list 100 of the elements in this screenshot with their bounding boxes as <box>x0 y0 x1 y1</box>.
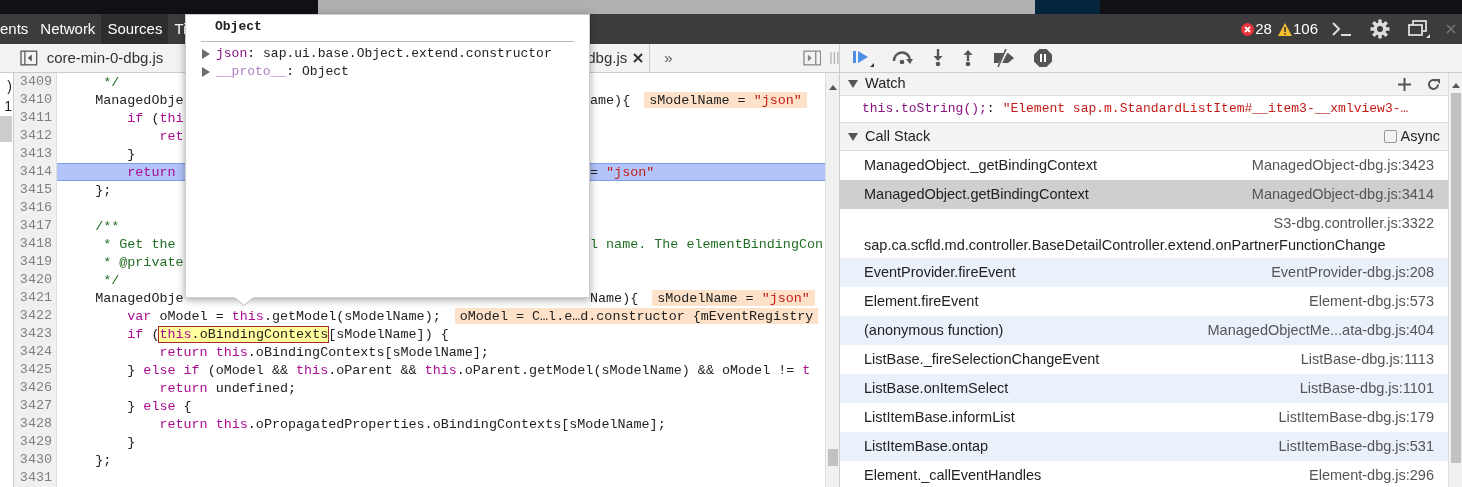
step-out-icon[interactable] <box>962 49 974 67</box>
line-number: 3419 <box>14 253 57 271</box>
panel-tab[interactable]: Network <box>34 14 102 44</box>
error-count: 28 <box>1255 18 1272 39</box>
line-number: 3424 <box>14 343 57 361</box>
line-number: 3422 <box>14 307 57 325</box>
call-frame[interactable]: ListBase.onItemSelect ListBase-dbg.js:1101 <box>840 374 1448 403</box>
line-number: 3421 <box>14 289 57 307</box>
line-number: 3426 <box>14 379 57 397</box>
code-line: = "json" <box>590 164 655 180</box>
property-entry[interactable]: __proto__: Object <box>216 62 349 82</box>
dock-icon[interactable] <box>1408 20 1430 38</box>
console-icon[interactable] <box>1332 22 1352 36</box>
resume-icon[interactable] <box>852 49 874 67</box>
step-into-icon[interactable] <box>932 49 944 67</box>
settings-icon[interactable] <box>1370 19 1390 39</box>
line-number: 3411 <box>14 109 57 127</box>
code-line: } <box>126 147 136 162</box>
code-line: return undefined; <box>158 380 297 396</box>
code-line: * @private <box>102 255 184 270</box>
code-line: ManagedObje <box>94 93 184 108</box>
code-line: if (this.oBindingContexts[sModelName]) { <box>126 326 449 342</box>
inline-value: sModelName = "json" <box>652 290 815 306</box>
frame-location: Element-dbg.js:573 <box>1309 291 1434 311</box>
function-name: ListItemBase.informList <box>864 407 1015 427</box>
code-line: var oModel = this.getModel(sModelName); <box>126 308 441 324</box>
step-over-icon[interactable] <box>892 51 914 65</box>
refresh-icon[interactable] <box>1427 77 1440 91</box>
function-name: ManagedObject.getBindingContext <box>864 184 1089 204</box>
code-line: /** <box>94 219 120 234</box>
function-name: ListItemBase.ontap <box>864 436 989 456</box>
call-frame[interactable]: EventProvider.fireEvent EventProvider-dbg.js:208 <box>840 258 1448 287</box>
function-name: Element.fireEvent <box>864 291 979 311</box>
pause-on-exceptions-icon[interactable] <box>1034 49 1052 67</box>
function-name: ManagedObject._getBindingContext <box>864 155 1097 175</box>
line-number: 3417 <box>14 217 57 235</box>
line-number: 3425 <box>14 361 57 379</box>
line-number: 3429 <box>14 433 57 451</box>
navigator-item[interactable]: 1 <box>0 96 12 116</box>
scroll-up-arrow-icon[interactable] <box>1451 83 1460 88</box>
code-line: return this.oBindingContexts[sModelName]; <box>158 344 489 360</box>
file-tab[interactable]: core-min-0-dbg.js <box>46 44 164 72</box>
checkbox-label[interactable]: Async <box>1400 125 1440 148</box>
property-entry[interactable]: json: sap.ui.base.Object.extend.constructor <box>216 44 552 64</box>
frame-location: ListItemBase-dbg.js:179 <box>1278 407 1434 427</box>
panel-tab[interactable]: Sources <box>101 14 169 44</box>
panel-tab[interactable]: ents <box>0 14 35 44</box>
line-number: 3418 <box>14 235 57 253</box>
expanded-triangle-icon <box>848 80 858 88</box>
code-line: } <box>126 434 136 450</box>
line-number: 3428 <box>14 415 57 433</box>
code-line: l name. The elementBindingCon <box>590 236 824 252</box>
navigator-item[interactable]: ) <box>0 76 12 96</box>
line-number: 3423 <box>14 325 57 343</box>
call-frame[interactable]: (anonymous function) ManagedObjectMe...ata-dbg.js:404 <box>840 316 1448 345</box>
scroll-up-arrow-icon[interactable] <box>828 85 837 90</box>
line-number: 3430 <box>14 451 57 469</box>
line-number: 3409 <box>14 73 57 91</box>
function-name: Element._callEventHandles <box>864 465 1042 485</box>
scrollbar-thumb[interactable] <box>827 449 838 466</box>
call-frame[interactable]: ManagedObject.getBindingContext ManagedObject-dbg.js:3414 <box>840 180 1448 209</box>
frame-location: ListBase-dbg.js:1113 <box>1300 349 1434 369</box>
call-frame[interactable]: ListItemBase.ontap ListItemBase-dbg.js:531 <box>840 432 1448 461</box>
watch-section-header[interactable]: Watch <box>840 73 1448 96</box>
line-number: 3416 <box>14 199 57 217</box>
line-number: 3413 <box>14 145 57 163</box>
close-icon[interactable] <box>1446 24 1456 34</box>
line-number: 3427 <box>14 397 57 415</box>
close-tab-icon[interactable] <box>633 53 644 63</box>
watch-expression[interactable]: this.toString();: "Element sap.m.StandardListItem#__item3-__xmlview3-… <box>840 96 1448 122</box>
scrollbar[interactable] <box>825 73 839 487</box>
code-line: }; <box>94 452 112 468</box>
code-line: ret <box>158 129 184 144</box>
frame-location: S3-dbg.controller.js:3322 <box>1273 214 1434 233</box>
add-icon[interactable] <box>1398 77 1411 91</box>
call-stack-section-header[interactable]: Call Stack Async <box>840 123 1448 151</box>
expanded-triangle-icon <box>848 132 858 141</box>
code-line: */ <box>102 75 120 90</box>
frame-location: ManagedObject-dbg.js:3414 <box>1251 184 1434 204</box>
function-name: EventProvider.fireEvent <box>864 262 1016 282</box>
code-line: Name){ <box>590 290 639 306</box>
code-line: return this.oPropagatedProperties.oBindingContexts[sModelName]; <box>158 416 666 432</box>
frame-location: ListBase-dbg.js:1101 <box>1299 378 1434 398</box>
scrollbar[interactable] <box>1448 73 1462 487</box>
code-line: if (thi <box>126 111 184 126</box>
warning-count: 106 <box>1292 18 1318 39</box>
more-tabs-button[interactable]: » <box>664 46 673 70</box>
line-number: 3415 <box>14 181 57 199</box>
deactivate-breakpoints-icon[interactable] <box>992 49 1016 67</box>
frame-location: EventProvider-dbg.js:208 <box>1271 262 1434 282</box>
debugger-toggle-icon[interactable] <box>802 50 822 66</box>
async-checkbox[interactable] <box>1383 130 1397 143</box>
drag-handle-icon[interactable] <box>830 51 839 65</box>
scrollbar-thumb[interactable] <box>1450 93 1461 463</box>
section-title: Call Stack <box>865 126 931 146</box>
navigator-toggle-icon[interactable] <box>20 50 38 66</box>
frame-location: Element-dbg.js:296 <box>1309 465 1434 485</box>
warning-icon <box>1277 22 1292 36</box>
line-number: 3420 <box>14 271 57 289</box>
popover-title: Object <box>214 18 263 36</box>
